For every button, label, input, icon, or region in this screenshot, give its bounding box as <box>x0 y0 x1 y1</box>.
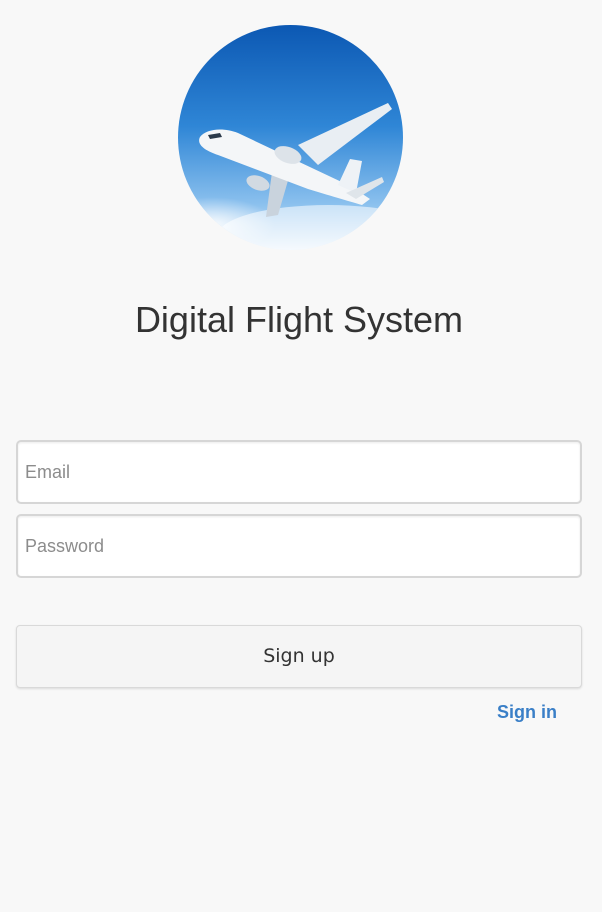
sign-up-button[interactable]: Sign up <box>16 625 582 688</box>
sign-in-link[interactable]: Sign in <box>497 701 557 723</box>
page-title: Digital Flight System <box>134 299 464 340</box>
email-field[interactable] <box>16 440 582 504</box>
password-field[interactable] <box>16 514 582 578</box>
airplane-logo <box>178 25 403 250</box>
airplane-icon <box>178 25 403 250</box>
